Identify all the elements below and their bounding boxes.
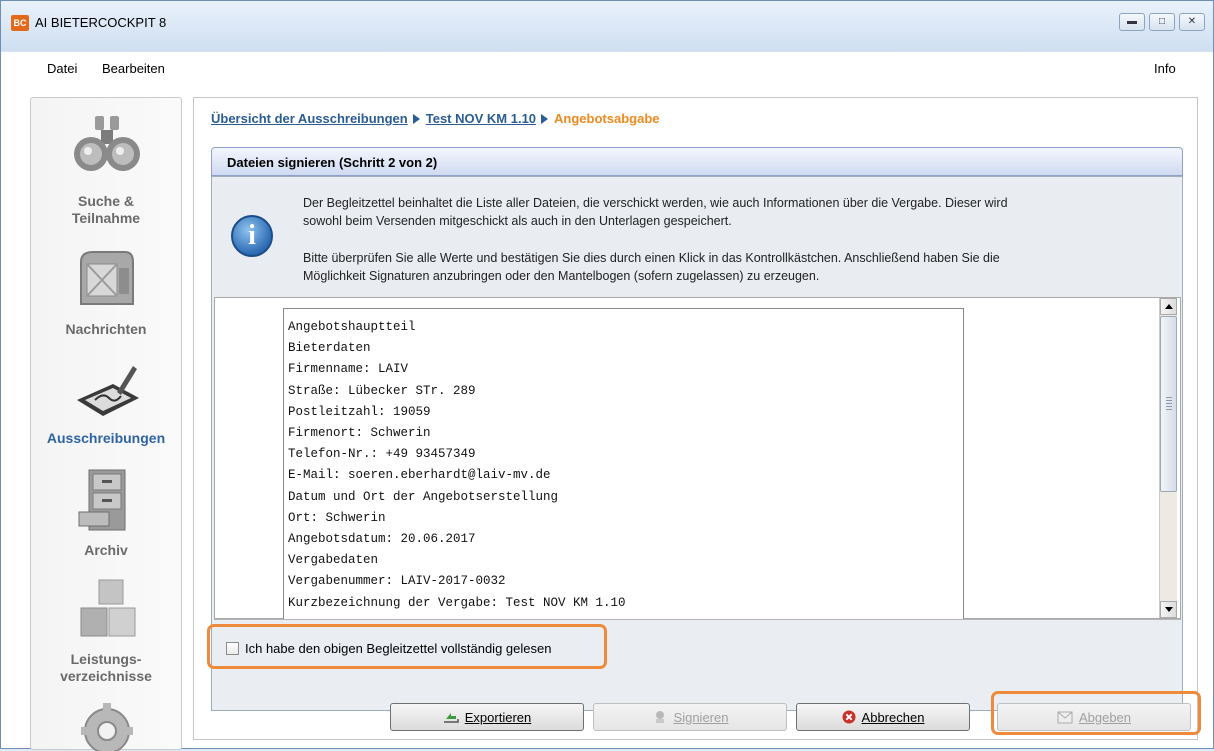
breadcrumb-current: Angebotsabgabe xyxy=(554,111,660,126)
maximize-button[interactable]: □ xyxy=(1149,13,1175,31)
document-line: Ort: Schwerin xyxy=(288,510,386,525)
cancel-icon xyxy=(842,710,856,724)
window-controls: ▬ □ ✕ xyxy=(1119,13,1205,31)
maximize-icon: □ xyxy=(1158,16,1166,27)
menu-bar: Datei Bearbeiten Info xyxy=(1,51,1213,86)
gear-icon[interactable] xyxy=(73,695,141,751)
arrow-up-icon xyxy=(1165,304,1173,309)
begleitzettel-document: Angebotshauptteil Bieterdaten Firmenname: … xyxy=(283,308,964,619)
sidebar-label: Suche & xyxy=(77,193,134,209)
minimize-button[interactable]: ▬ xyxy=(1119,13,1145,31)
minimize-icon: ▬ xyxy=(1127,16,1137,27)
info-text-1-line-1: Der Begleitzettel beinhaltet die Liste a… xyxy=(303,196,1008,210)
close-button[interactable]: ✕ xyxy=(1179,13,1205,31)
sidebar-item-archiv[interactable]: Archiv xyxy=(31,542,181,559)
sidebar: Suche & Teilnahme Nachrichten Ausschreib… xyxy=(30,97,182,751)
signature-tablet-icon[interactable] xyxy=(73,360,141,424)
highlight-frame xyxy=(991,691,1201,735)
vertical-scrollbar[interactable] xyxy=(1159,298,1177,618)
breadcrumb-arrow-icon xyxy=(541,114,549,124)
arrow-down-icon xyxy=(1165,607,1173,612)
document-line: Firmenort: Schwerin xyxy=(288,426,431,441)
document-line: Straße: Lübecker STr. 289 xyxy=(288,383,476,398)
cancel-label: Abbrechen xyxy=(861,709,925,725)
sign-label: Signieren xyxy=(673,709,729,725)
sidebar-item-ausschreibungen[interactable]: Ausschreibungen xyxy=(31,430,181,447)
binoculars-icon[interactable] xyxy=(73,112,141,176)
scroll-thumb[interactable] xyxy=(1160,316,1177,492)
scroll-down-button[interactable] xyxy=(1160,601,1177,618)
breadcrumb-link-overview[interactable]: Übersicht der Ausschreibungen xyxy=(211,111,408,126)
document-line: Bieterdaten xyxy=(288,341,371,356)
sidebar-label: verzeichnisse xyxy=(60,668,152,684)
document-line: Postleitzahl: 19059 xyxy=(288,404,431,419)
sidebar-item-leistungsverzeichnisse[interactable]: Leistungs- verzeichnisse xyxy=(31,651,181,685)
application-window: BC AI BIETERCOCKPIT 8 ▬ □ ✕ Datei Bearbe… xyxy=(0,0,1214,751)
confirm-label[interactable]: Ich habe den obigen Begleitzettel vollst… xyxy=(245,641,551,656)
cubes-icon[interactable] xyxy=(73,578,141,642)
grip-icon xyxy=(1166,397,1172,411)
document-line: E-Mail: soeren.eberhardt@laiv-mv.de xyxy=(288,468,551,483)
info-text-2-line-2: Möglichkeit Signaturen anzubringen oder … xyxy=(303,269,820,283)
sidebar-label: Ausschreibungen xyxy=(46,430,166,446)
document-line: Angebotsdatum: 20.06.2017 xyxy=(288,532,476,547)
export-icon xyxy=(443,713,459,723)
breadcrumb-link-tender[interactable]: Test NOV KM 1.10 xyxy=(426,111,536,126)
sidebar-item-suche-teilnahme[interactable]: Suche & Teilnahme xyxy=(31,193,181,227)
menu-info[interactable]: Info xyxy=(1154,61,1176,76)
scroll-up-button[interactable] xyxy=(1160,298,1177,315)
document-line: Firmenname: LAIV xyxy=(288,362,409,377)
app-icon: BC xyxy=(11,15,29,31)
confirm-checkbox[interactable] xyxy=(226,642,239,655)
breadcrumb-arrow-icon xyxy=(412,114,420,124)
window-title: AI BIETERCOCKPIT 8 xyxy=(35,15,167,30)
sidebar-label: Teilnahme xyxy=(71,210,141,226)
export-label: Exportieren xyxy=(464,709,532,725)
sidebar-label: Archiv xyxy=(84,542,128,558)
document-line: Vergabedaten xyxy=(288,553,379,568)
step-header: Dateien signieren (Schritt 2 von 2) xyxy=(211,147,1183,176)
close-icon: ✕ xyxy=(1187,16,1197,27)
document-line: Kurzbezeichnung der Vergabe: Test NOV KM… xyxy=(288,595,626,610)
sign-button[interactable]: Signieren xyxy=(593,703,787,731)
info-icon: i xyxy=(231,215,273,257)
sidebar-item-nachrichten[interactable]: Nachrichten xyxy=(31,321,181,338)
sidebar-label: Nachrichten xyxy=(65,321,147,337)
file-cabinet-icon[interactable] xyxy=(73,468,141,532)
document-line: Telefon-Nr.: +49 93457349 xyxy=(288,447,476,462)
document-line: Vergabenummer: LAIV-2017-0032 xyxy=(288,574,506,589)
breadcrumb: Übersicht der Ausschreibungen Test NOV KM… xyxy=(211,111,660,126)
info-text-2-line-1: Bitte überprüfen Sie alle Werte und best… xyxy=(303,251,1000,265)
info-text-1-line-2: sowohl beim Versenden mitgeschickt als a… xyxy=(303,214,732,228)
cancel-button[interactable]: Abbrechen xyxy=(796,703,970,731)
document-line: Angebotshauptteil xyxy=(288,320,416,334)
export-button[interactable]: Exportieren xyxy=(390,703,584,731)
sidebar-label: Leistungs- xyxy=(70,651,142,667)
sign-icon xyxy=(655,711,664,723)
menu-bearbeiten[interactable]: Bearbeiten xyxy=(102,61,165,76)
document-line: Datum und Ort der Angebotserstellung xyxy=(288,489,559,504)
mailbox-icon[interactable] xyxy=(73,248,141,312)
title-bar[interactable]: BC AI BIETERCOCKPIT 8 ▬ □ ✕ xyxy=(1,1,1213,51)
menu-datei[interactable]: Datei xyxy=(47,61,77,76)
